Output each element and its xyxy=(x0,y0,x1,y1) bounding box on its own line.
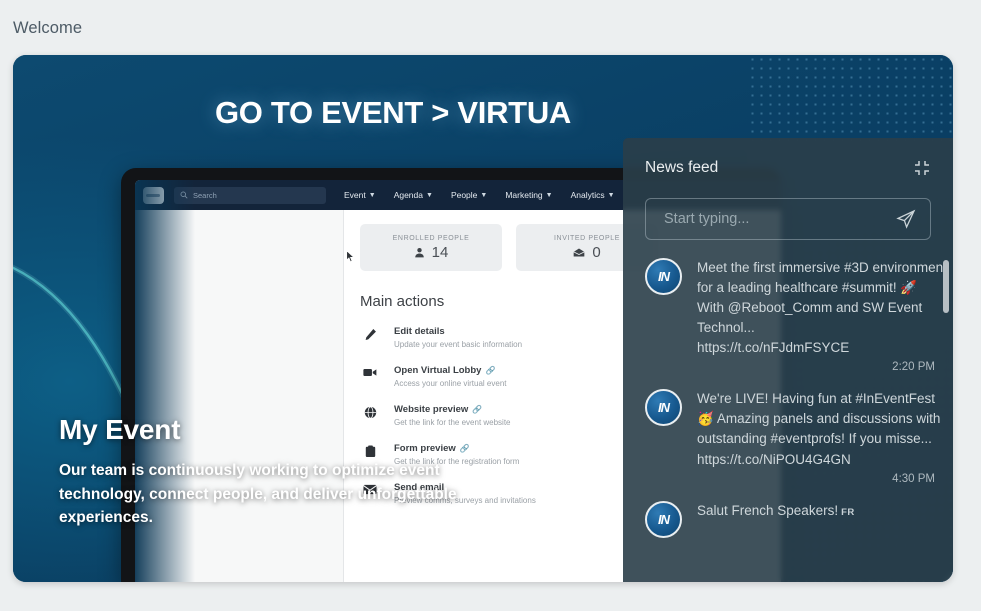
nav-item-marketing: Marketing ▼ xyxy=(505,190,552,200)
news-item-body: We're LIVE! Having fun at #InEventFest 🥳… xyxy=(697,389,947,484)
news-feed-list[interactable]: IN Meet the first immersive #3D environm… xyxy=(623,258,953,582)
action-title-label: Open Virtual Lobby xyxy=(394,365,482,376)
news-item-link[interactable]: https://t.co/nFJdmFSYCE xyxy=(697,338,947,358)
external-link-icon: 🔗 xyxy=(472,405,483,414)
app-logo-icon xyxy=(143,186,164,204)
page-title: Welcome xyxy=(13,18,83,37)
send-icon[interactable] xyxy=(896,209,916,229)
chevron-down-icon: ▼ xyxy=(368,191,376,199)
search-icon xyxy=(180,191,188,199)
news-item-text-label: Salut French Speakers! xyxy=(697,502,839,518)
news-item-body: Meet the first immersive #3D environment… xyxy=(697,258,947,373)
language-badge: FR xyxy=(841,506,855,518)
collapse-icon[interactable] xyxy=(911,157,933,179)
action-text: Open Virtual Lobby 🔗 Access your online … xyxy=(394,365,507,388)
action-title: Edit details xyxy=(394,326,522,337)
nav-label: Marketing xyxy=(505,190,543,200)
nav-label: People xyxy=(450,190,478,200)
stat-value: 14 xyxy=(431,243,449,261)
news-feed-scrollbar[interactable] xyxy=(943,260,949,313)
avatar: IN xyxy=(645,500,682,538)
hero-title: My Event xyxy=(59,414,181,446)
hero-description: Our team is continuously working to opti… xyxy=(59,462,457,527)
action-title-label: Website preview xyxy=(394,404,469,415)
news-item-link[interactable]: https://t.co/NiPOU4G4GN xyxy=(697,450,947,470)
video-camera-icon xyxy=(360,365,380,378)
action-title-label: Edit details xyxy=(394,326,445,337)
news-compose-input[interactable] xyxy=(662,210,891,228)
avatar: IN xyxy=(645,258,682,295)
mock-search-input: Search xyxy=(174,186,326,204)
news-feed-panel: News feed IN xyxy=(623,138,953,582)
nav-item-event: Event ▼ xyxy=(344,190,376,200)
avatar-label: IN xyxy=(658,400,670,416)
avatar: IN xyxy=(645,389,682,427)
news-feed-header: News feed xyxy=(623,138,953,198)
news-item-text: Meet the first immersive #3D environment… xyxy=(697,260,947,335)
chevron-down-icon: ▼ xyxy=(545,191,553,199)
action-desc: Update your event basic information xyxy=(394,340,523,349)
news-feed-title: News feed xyxy=(645,159,719,176)
nav-label: Agenda xyxy=(393,190,423,200)
chevron-down-icon: ▼ xyxy=(480,191,488,199)
nav-item-agenda: Agenda ▼ xyxy=(394,190,433,200)
stat-label: INVITED PEOPLE xyxy=(554,234,620,242)
person-icon xyxy=(414,247,425,258)
news-item[interactable]: IN Salut French Speakers! FR xyxy=(645,500,947,538)
mouse-cursor-icon xyxy=(346,250,355,262)
top-bar: Welcome xyxy=(0,0,981,56)
news-item-time: 4:30 PM xyxy=(892,472,935,485)
avatar-label: IN xyxy=(658,511,670,527)
news-item-body: Salut French Speakers! FR xyxy=(697,501,947,538)
news-item-text: Salut French Speakers! FR xyxy=(697,501,947,521)
banner-headline: GO TO EVENT > VIRTUA xyxy=(214,95,571,130)
stat-value: 0 xyxy=(592,243,601,261)
external-link-icon: 🔗 xyxy=(485,366,496,375)
action-text: Edit details Update your event basic inf… xyxy=(394,326,522,349)
stat-value-row: 14 xyxy=(414,243,449,261)
nav-item-people: People ▼ xyxy=(451,190,487,200)
chevron-down-icon: ▼ xyxy=(607,191,615,199)
stat-label: ENROLLED PEOPLE xyxy=(392,234,470,242)
news-item-text: We're LIVE! Having fun at #InEventFest 🥳… xyxy=(697,391,941,446)
pencil-icon xyxy=(360,326,380,341)
action-title: Open Virtual Lobby 🔗 xyxy=(394,365,507,376)
mock-search-placeholder: Search xyxy=(193,190,217,200)
welcome-hero-card: GO TO EVENT > VIRTUA Search Event ▼ Agen… xyxy=(13,55,953,582)
hero-copy: My Event Our team is continuously workin… xyxy=(59,414,529,530)
chevron-down-icon: ▼ xyxy=(426,191,433,199)
avatar-label: IN xyxy=(658,269,670,284)
nav-item-analytics: Analytics ▼ xyxy=(571,190,615,200)
news-item[interactable]: IN We're LIVE! Having fun at #InEventFes… xyxy=(645,389,947,485)
news-item[interactable]: IN Meet the first immersive #3D environm… xyxy=(645,258,947,373)
nav-label: Analytics xyxy=(570,190,605,200)
envelope-open-icon xyxy=(573,247,585,258)
news-item-time: 2:20 PM xyxy=(892,361,935,374)
news-compose-box[interactable] xyxy=(645,198,931,240)
action-title: Website preview 🔗 xyxy=(394,404,511,415)
stat-value-row: 0 xyxy=(573,243,601,261)
stat-card-enrolled-people: ENROLLED PEOPLE 14 xyxy=(360,224,502,271)
action-desc: Access your online virtual event xyxy=(394,379,507,388)
nav-label: Event xyxy=(344,190,366,200)
